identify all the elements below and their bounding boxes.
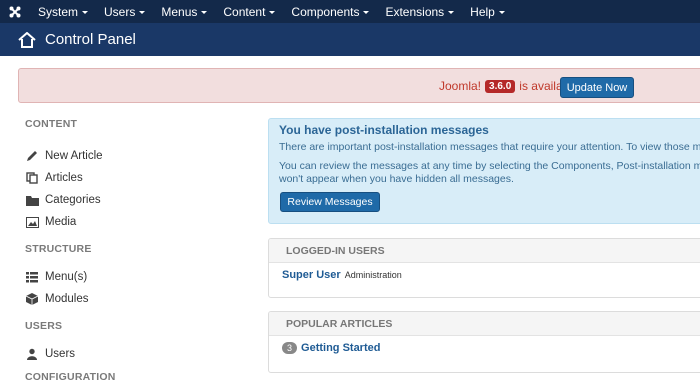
menu-system[interactable]: System <box>30 0 96 23</box>
top-menu: System Users Menus Content Components Ex… <box>30 0 513 23</box>
version-badge: 3.6.0 <box>485 79 516 93</box>
sidebar-item-categories[interactable]: Categories <box>25 189 245 211</box>
page-title: Control Panel <box>45 31 136 48</box>
user-icon <box>25 347 39 361</box>
sidebar-item-label: Media <box>45 216 77 228</box>
post-install-text-2: You can review the messages at any time … <box>279 160 700 172</box>
sidebar-item-label: New Article <box>45 150 103 162</box>
joomla-logo-icon[interactable] <box>0 0 30 23</box>
sidebar-item-users[interactable]: Users <box>25 343 245 365</box>
logged-in-users-module: LOGGED-IN USERS Super User Administratio… <box>268 238 700 298</box>
image-icon <box>25 215 39 229</box>
user-location: Administration <box>344 270 402 280</box>
hits-badge: 3 <box>282 342 298 354</box>
home-icon <box>18 31 36 48</box>
caret-down-icon <box>269 10 276 14</box>
menu-help[interactable]: Help <box>462 0 513 23</box>
menu-label: System <box>38 4 79 19</box>
sidebar-item-media[interactable]: Media <box>25 211 245 233</box>
list-item: 3 Getting Started <box>269 336 700 360</box>
popular-articles-module: POPULAR ARTICLES 3 Getting Started <box>268 311 700 373</box>
caret-down-icon <box>201 10 208 14</box>
sidebar-heading-content: CONTENT <box>25 118 78 130</box>
sidebar-item-articles[interactable]: Articles <box>25 167 245 189</box>
list-icon <box>25 270 39 284</box>
copy-icon <box>25 171 39 185</box>
folder-icon <box>25 193 39 207</box>
menu-label: Users <box>104 4 136 19</box>
sidebar-heading-configuration: CONFIGURATION <box>25 371 116 381</box>
menu-label: Menus <box>161 4 198 19</box>
sidebar-item-modules[interactable]: Modules <box>25 288 245 310</box>
sidebar-item-label: Categories <box>45 194 101 206</box>
sidebar-item-label: Modules <box>45 293 89 305</box>
post-install-text-3: won't appear when you have hidden all me… <box>279 173 514 185</box>
user-link[interactable]: Super User <box>282 269 341 281</box>
top-navbar: System Users Menus Content Components Ex… <box>0 0 700 23</box>
review-messages-button[interactable]: Review Messages <box>280 192 380 212</box>
sidebar-item-new-article[interactable]: New Article <box>25 145 245 167</box>
sidebar-item-label: Users <box>45 348 76 360</box>
sidebar-heading-users: USERS <box>25 320 63 332</box>
post-install-title: You have post-installation messages <box>279 123 489 137</box>
sidebar-heading-structure: STRUCTURE <box>25 243 92 255</box>
article-link[interactable]: Getting Started <box>301 342 380 354</box>
menu-menus[interactable]: Menus <box>153 0 215 23</box>
menu-label: Help <box>470 4 495 19</box>
cube-icon <box>25 292 39 306</box>
sidebar-item-menus[interactable]: Menu(s) <box>25 266 245 288</box>
caret-down-icon <box>139 10 146 14</box>
menu-extensions[interactable]: Extensions <box>377 0 462 23</box>
pencil-icon <box>25 149 39 163</box>
post-install-text-1: There are important post-installation me… <box>279 141 700 153</box>
caret-down-icon <box>363 10 370 14</box>
update-now-button[interactable]: Update Now <box>560 77 634 98</box>
menu-label: Components <box>291 4 360 19</box>
caret-down-icon <box>448 10 455 14</box>
menu-content[interactable]: Content <box>215 0 283 23</box>
menu-users[interactable]: Users <box>96 0 153 23</box>
module-heading: LOGGED-IN USERS <box>269 239 700 263</box>
sidebar-item-label: Menu(s) <box>45 271 88 283</box>
sidebar-item-label: Articles <box>45 172 83 184</box>
post-install-messages: You have post-installation messages Ther… <box>268 118 700 224</box>
sidebar: CONTENT New Article Articles Categories … <box>25 118 245 381</box>
update-alert: Joomla! 3.6.0 is available: Update Now <box>18 68 700 103</box>
caret-down-icon <box>82 10 89 14</box>
menu-label: Content <box>223 4 266 19</box>
caret-down-icon <box>498 10 505 14</box>
menu-components[interactable]: Components <box>283 0 377 23</box>
page-header: Control Panel <box>0 23 700 56</box>
module-heading: POPULAR ARTICLES <box>269 312 700 336</box>
menu-label: Extensions <box>385 4 445 19</box>
list-item: Super User Administration <box>269 263 700 287</box>
update-prefix: Joomla! <box>439 79 482 93</box>
